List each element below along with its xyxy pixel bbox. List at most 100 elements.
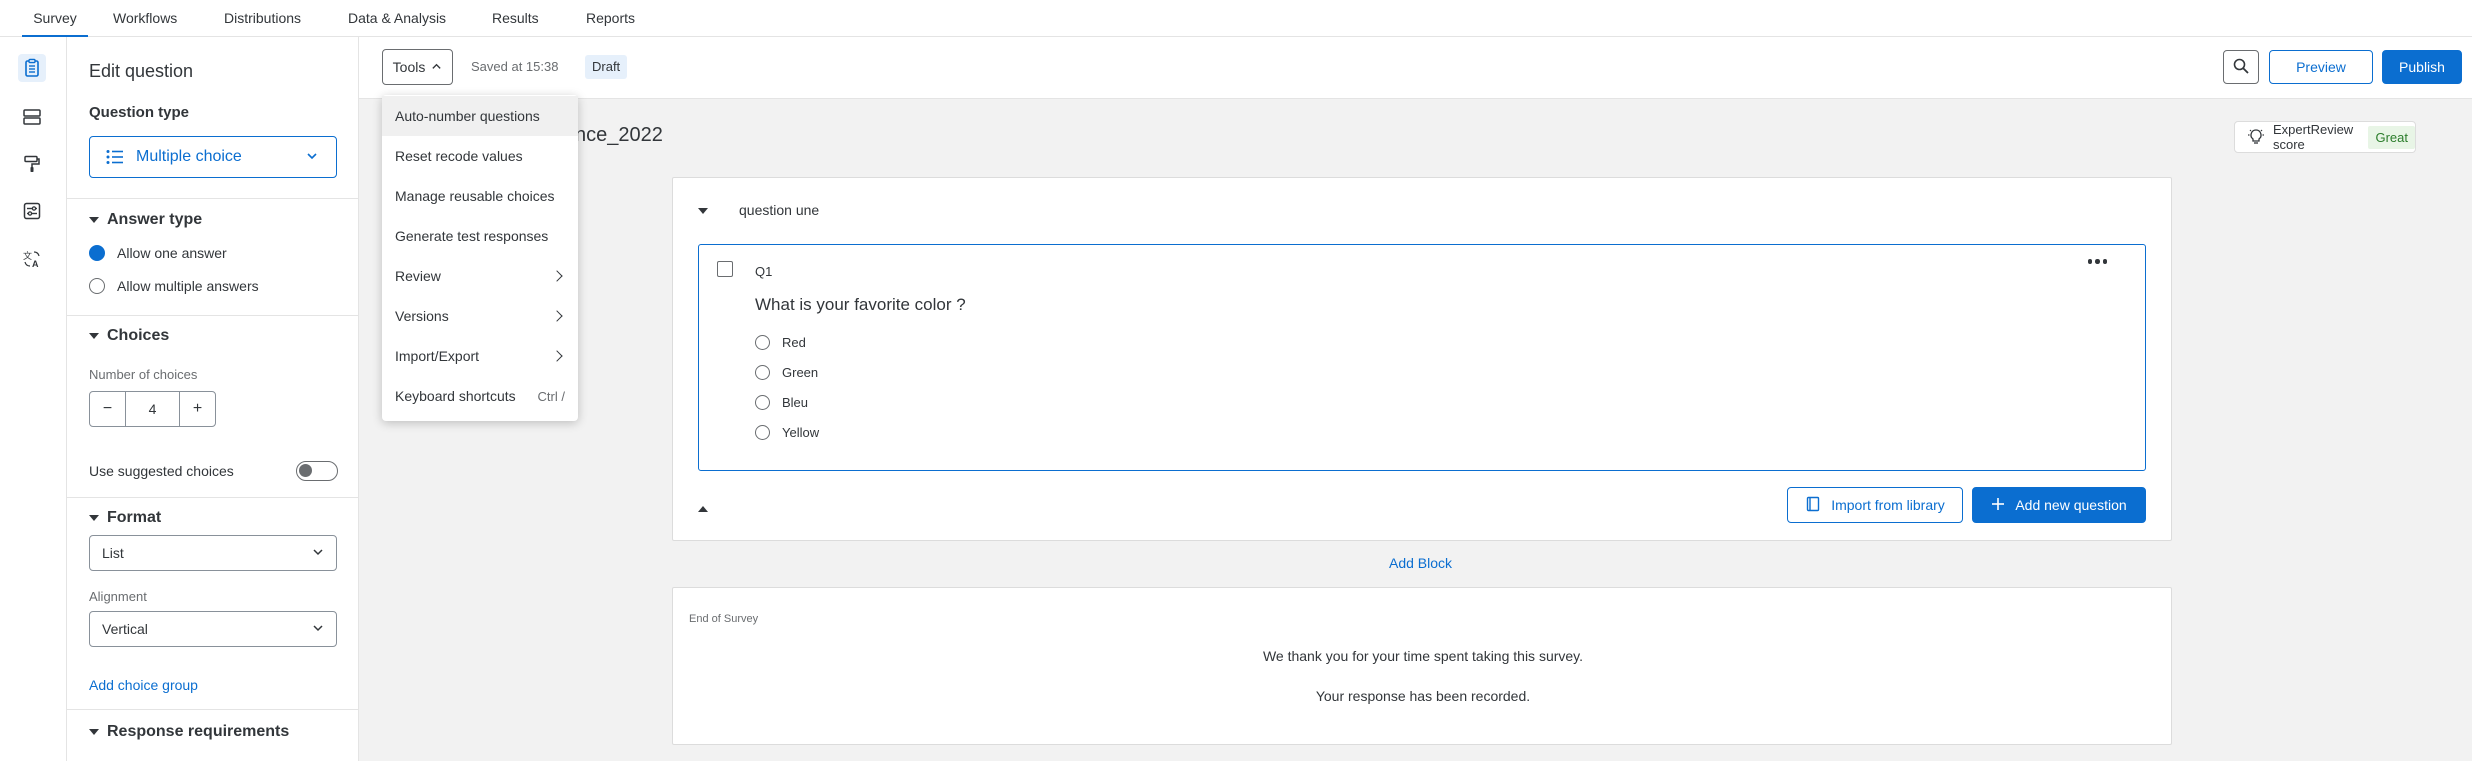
chevron-down-icon: [312, 545, 324, 561]
question-block: question une Q1 What is your favorite co…: [672, 177, 2172, 541]
svg-text:文: 文: [23, 250, 32, 261]
search-button[interactable]: [2223, 50, 2259, 84]
lightbulb-icon: [2247, 128, 2265, 146]
list-icon: [106, 149, 124, 168]
radio-unselected-icon: [755, 335, 770, 350]
collapse-block-icon[interactable]: [698, 208, 708, 214]
paint-roller-icon[interactable]: [18, 150, 46, 178]
end-of-survey-message: Your response has been recorded.: [1315, 688, 1531, 704]
survey-toolbar: Tools Saved at 15:38 Draft Preview Publi…: [359, 37, 2472, 99]
chevron-down-icon: [306, 149, 318, 165]
blocks-icon[interactable]: [18, 103, 46, 131]
survey-options-icon[interactable]: [18, 197, 46, 225]
menu-item-review[interactable]: Review: [382, 256, 578, 296]
menu-item-test-responses[interactable]: Generate test responses: [382, 216, 578, 256]
format-select[interactable]: List: [89, 535, 337, 571]
tools-button[interactable]: Tools: [382, 49, 453, 85]
question-type-select[interactable]: Multiple choice: [89, 136, 337, 178]
end-of-survey-label: End of Survey: [689, 613, 759, 625]
draft-badge: Draft: [585, 55, 628, 79]
preview-button[interactable]: Preview: [2269, 50, 2373, 84]
suggested-choices-toggle[interactable]: [296, 461, 338, 481]
number-of-choices-stepper: − 4 +: [89, 391, 216, 427]
question-id: Q1: [755, 264, 773, 279]
menu-item-import-export[interactable]: Import/Export: [382, 336, 578, 376]
tab-reports[interactable]: Reports: [586, 0, 635, 37]
tab-results[interactable]: Results: [492, 0, 539, 37]
menu-item-reusable-choices[interactable]: Manage reusable choices: [382, 176, 578, 216]
menu-item-versions[interactable]: Versions: [382, 296, 578, 336]
format-value: List: [102, 545, 124, 561]
question-text[interactable]: What is your favorite color ?: [755, 295, 966, 315]
expert-review-label: ExpertReview score: [2273, 122, 2354, 152]
tab-distributions[interactable]: Distributions: [224, 0, 301, 37]
add-block-link[interactable]: Add Block: [1389, 555, 1452, 571]
caret-up-icon[interactable]: [698, 506, 708, 512]
number-of-choices-label: Number of choices: [89, 367, 198, 382]
answer-option-multiple[interactable]: Allow multiple answers: [89, 278, 259, 294]
radio-unselected-icon: [755, 425, 770, 440]
caret-down-icon: [89, 333, 99, 339]
edit-question-panel: Edit question Question type Multiple cho…: [67, 37, 359, 761]
book-icon: [1805, 496, 1821, 515]
survey-clipboard-icon[interactable]: [18, 54, 46, 82]
tab-survey[interactable]: Survey: [22, 0, 88, 37]
block-name[interactable]: question une: [739, 202, 819, 218]
choices-count-input[interactable]: 4: [126, 392, 179, 426]
import-from-library-button[interactable]: Import from library: [1787, 487, 1963, 523]
question-card[interactable]: Q1 What is your favorite color ? Red Gre…: [698, 244, 2146, 471]
choices-heading: Choices: [107, 327, 170, 344]
choice-option[interactable]: Red: [755, 335, 806, 350]
chevron-up-icon: [431, 59, 442, 75]
translate-icon[interactable]: 文A: [18, 245, 46, 273]
choice-option[interactable]: Yellow: [755, 425, 819, 440]
answer-option-one[interactable]: Allow one answer: [89, 245, 227, 261]
end-of-survey-block: End of Survey We thank you for your time…: [672, 587, 2172, 745]
answer-option-label: Allow multiple answers: [117, 278, 259, 294]
caret-down-icon: [89, 729, 99, 735]
chevron-right-icon: [551, 270, 563, 282]
choices-section-toggle[interactable]: Choices: [89, 327, 169, 345]
menu-item-keyboard-shortcuts[interactable]: Keyboard shortcuts Ctrl /: [382, 376, 578, 416]
top-navigation: Survey Workflows Distributions Data & An…: [0, 0, 2472, 37]
add-choice-group-link[interactable]: Add choice group: [89, 677, 198, 693]
plus-icon: [1991, 497, 2005, 514]
alignment-value: Vertical: [102, 621, 148, 637]
chevron-down-icon: [312, 621, 324, 637]
question-select-checkbox[interactable]: [717, 261, 733, 277]
tab-workflows[interactable]: Workflows: [113, 0, 177, 37]
shortcut-hint: Ctrl /: [537, 388, 565, 404]
choice-option[interactable]: Green: [755, 365, 818, 380]
alignment-select[interactable]: Vertical: [89, 611, 337, 647]
answer-type-section-toggle[interactable]: Answer type: [89, 211, 202, 229]
caret-down-icon: [89, 515, 99, 521]
tab-data-analysis[interactable]: Data & Analysis: [348, 0, 446, 37]
radio-unselected-icon: [755, 395, 770, 410]
answer-type-heading: Answer type: [107, 211, 203, 228]
question-type-heading: Question type: [89, 104, 190, 121]
alignment-label: Alignment: [89, 589, 147, 604]
tools-label: Tools: [392, 59, 426, 75]
survey-canvas: nce_2022 ExpertReview score Great questi…: [359, 99, 2472, 761]
chevron-right-icon: [551, 350, 563, 362]
question-type-value: Multiple choice: [136, 148, 242, 165]
svg-text:A: A: [32, 259, 39, 269]
radio-unselected-icon: [89, 278, 105, 294]
decrement-button[interactable]: −: [90, 392, 126, 426]
response-requirements-section-toggle[interactable]: Response requirements: [89, 723, 289, 741]
choice-label: Yellow: [782, 425, 820, 440]
menu-item-reset-recode[interactable]: Reset recode values: [382, 136, 578, 176]
format-section-toggle[interactable]: Format: [89, 509, 161, 527]
choice-label: Red: [782, 335, 806, 350]
survey-title: nce_2022: [575, 124, 663, 146]
choice-label: Bleu: [782, 395, 809, 410]
menu-item-auto-number[interactable]: Auto-number questions: [382, 96, 578, 136]
choice-option[interactable]: Bleu: [755, 395, 808, 410]
expert-review-score[interactable]: ExpertReview score Great: [2234, 121, 2416, 153]
publish-button[interactable]: Publish: [2382, 50, 2462, 84]
answer-option-label: Allow one answer: [117, 245, 227, 261]
expert-review-score-badge: Great: [2368, 125, 2415, 149]
more-options-icon[interactable]: [2087, 259, 2107, 264]
increment-button[interactable]: +: [179, 392, 215, 426]
add-new-question-button[interactable]: Add new question: [1972, 487, 2146, 523]
